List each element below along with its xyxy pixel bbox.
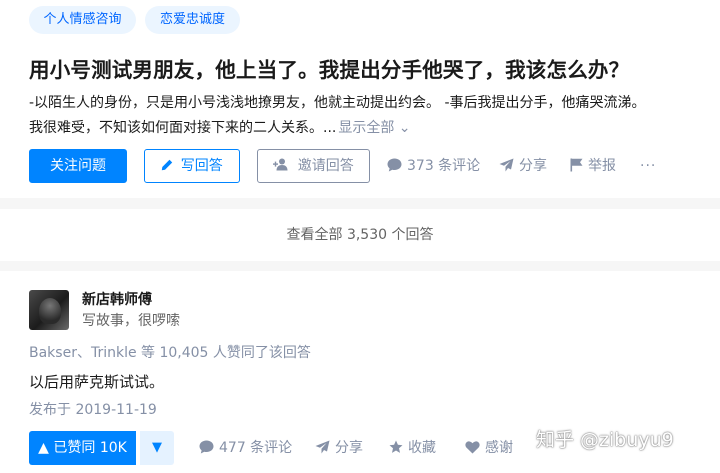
upvote-button[interactable]: ▲ 已赞同 10K	[29, 431, 136, 465]
collect-label: 收藏	[408, 440, 436, 456]
follow-question-button[interactable]: 关注问题	[29, 149, 127, 183]
invite-answer-label: 邀请回答	[297, 158, 354, 174]
avatar[interactable]	[29, 290, 69, 330]
pen-icon	[161, 158, 180, 174]
question-excerpt-line2: 我很难受，不知该如何面对接下来的二人关系。... 显示全部 ⌄	[29, 116, 719, 140]
excerpt-text: 我很难受，不知该如何面对接下来的二人关系。...	[29, 120, 337, 136]
downvote-button[interactable]: ▼	[140, 431, 174, 465]
comment-icon	[387, 149, 402, 183]
thanks-button[interactable]: 感谢	[465, 431, 513, 465]
upvoters-summary: Bakser、Trinkle 等 10,405 人赞同了该回答	[29, 345, 311, 361]
flag-icon	[570, 149, 583, 183]
invite-answer-button[interactable]: 邀请回答	[257, 149, 370, 183]
author-bio: 写故事，很啰嗦	[82, 313, 180, 329]
collect-button[interactable]: 收藏	[389, 431, 436, 465]
heart-icon	[465, 431, 480, 465]
more-options-button[interactable]: ···	[640, 149, 656, 183]
answer-share-label: 分享	[335, 440, 363, 456]
question-comments-button[interactable]: 373 条评论	[387, 149, 480, 183]
question-excerpt-line1: -以陌生人的身份，只是用小号浅浅地撩男友，他就主动提出约会。 -事后我提出分手，…	[29, 95, 646, 111]
question-title[interactable]: 用小号测试男朋友，他上当了。我提出分手他哭了，我该怎么办？	[29, 53, 709, 83]
question-share-button[interactable]: 分享	[499, 149, 547, 183]
author-name[interactable]: 新店韩师傅	[82, 289, 152, 309]
question-share-label: 分享	[519, 158, 547, 174]
paper-plane-icon	[499, 149, 514, 183]
topic-tag-love-loyalty[interactable]: 恋爱忠诚度	[145, 6, 240, 34]
view-all-answers-link[interactable]: 查看全部 3,530 个回答	[0, 209, 720, 261]
add-user-icon	[273, 158, 297, 174]
paper-plane-icon	[315, 431, 330, 465]
star-icon	[389, 431, 403, 465]
write-answer-label: 写回答	[180, 158, 223, 174]
thanks-label: 感谢	[485, 440, 513, 456]
write-answer-button[interactable]: 写回答	[144, 149, 240, 183]
answer-content: 以后用萨克斯试试。	[29, 373, 165, 391]
answer-comments-label: 477 条评论	[219, 440, 293, 456]
question-report-label: 举报	[588, 158, 616, 174]
topic-tag-personal-emotion[interactable]: 个人情感咨询	[29, 6, 136, 34]
show-all-link[interactable]: 显示全部 ⌄	[338, 120, 410, 136]
answer-comments-button[interactable]: 477 条评论	[199, 431, 292, 465]
question-report-button[interactable]: 举报	[570, 149, 616, 183]
answer-share-button[interactable]: 分享	[315, 431, 363, 465]
watermark: 知乎 @zibuyu9	[536, 429, 674, 451]
question-comments-label: 373 条评论	[407, 158, 481, 174]
view-all-answers-card: 查看全部 3,530 个回答	[0, 209, 720, 261]
post-date: 发布于 2019-11-19	[29, 402, 157, 418]
comment-icon	[199, 431, 214, 465]
question-card: 个人情感咨询 恋爱忠诚度 用小号测试男朋友，他上当了。我提出分手他哭了，我该怎么…	[0, 0, 720, 198]
